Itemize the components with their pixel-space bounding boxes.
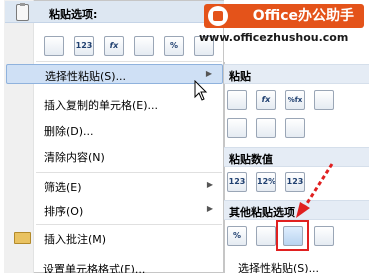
sub-linked-picture-icon[interactable] [314,226,334,246]
watermark-logo: Office办公助手 [204,4,364,28]
paste-icon[interactable] [44,36,64,56]
annotation-arrow [296,163,334,218]
sub-formula-fx-icon[interactable]: fx [256,90,276,110]
sub-keep-source-format-icon[interactable] [314,90,334,110]
sub-values-icon[interactable]: 123 [227,172,247,192]
menu-item-insert-copied-cells[interactable]: 插入复制的单元格(E)... [6,94,223,114]
separator [36,61,222,62]
submenu-paste-header: 粘贴 [224,64,369,84]
menu-item-delete[interactable]: 删除(D)... [6,120,223,140]
sub-paste-icon[interactable] [227,90,247,110]
annotation-highlight-box [276,220,309,251]
submenu-arrow-icon: ▶ [206,204,213,213]
clipboard-icon [16,3,29,21]
sub-no-borders-icon[interactable] [227,118,247,138]
separator [36,172,222,173]
submenu-arrow-icon: ▶ [205,69,212,78]
menu-item-format-cells[interactable]: 设置单元格格式(F)... [5,259,223,273]
formula-fx-icon[interactable]: fx [104,36,124,56]
paste-options-title: 粘贴选项: [49,8,98,21]
submenu-arrow-icon: ▶ [206,180,213,189]
menu-item-insert-comment[interactable]: 插入批注(M) [6,228,223,248]
office-logo-icon [208,6,228,26]
sub-values-number-format-icon[interactable]: 12% [256,172,276,192]
menu-item-sort[interactable]: 排序(O) ▶ [6,200,223,220]
sub-paste-special-item[interactable]: 选择性粘贴(S)... [238,260,319,273]
percent-format-icon[interactable]: % [164,36,184,56]
mouse-cursor-icon [194,80,208,101]
sub-formatting-percent-icon[interactable]: % [227,226,247,246]
menu-item-paste-special[interactable]: 选择性粘贴(S)... ▶ [6,64,223,84]
sub-formula-number-format-icon[interactable]: %fx [285,90,305,110]
sub-keep-column-width-icon[interactable] [256,118,276,138]
sub-transpose-icon[interactable] [285,118,305,138]
menu-item-filter[interactable]: 筛选(E) ▶ [6,176,223,196]
menu-item-clear-contents[interactable]: 清除内容(N) [6,146,223,166]
sub-paste-link-icon[interactable] [256,226,276,246]
paste-options-header: 粘贴选项: [5,1,224,23]
paste-link-icon[interactable] [134,36,154,56]
separator [36,224,222,225]
watermark-url: www.officezhushou.com [199,31,349,44]
values-123-icon[interactable]: 123 [74,36,94,56]
